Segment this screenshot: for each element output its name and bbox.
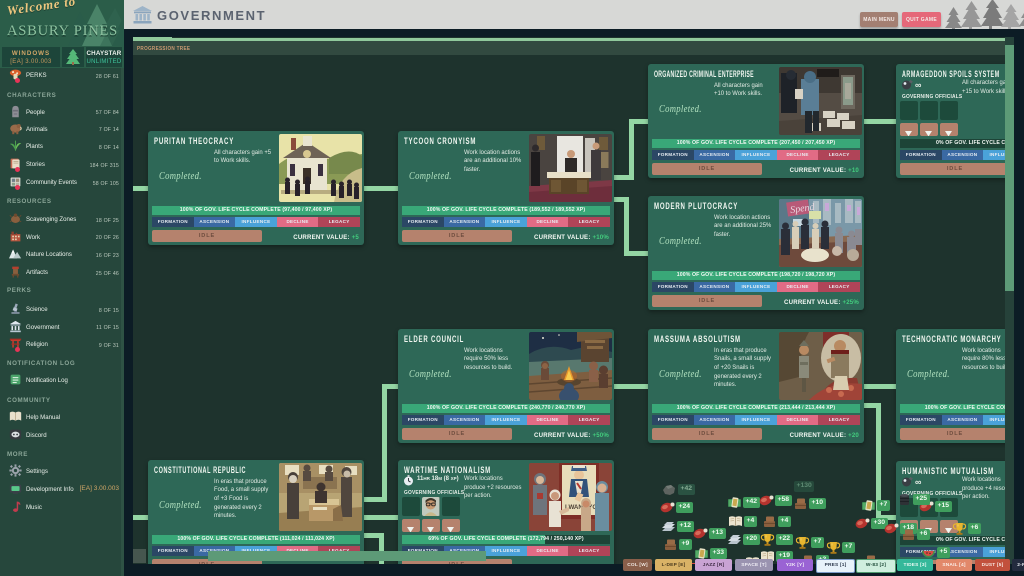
svg-text:∞: ∞ (915, 477, 922, 487)
svg-text:∞: ∞ (915, 80, 922, 90)
